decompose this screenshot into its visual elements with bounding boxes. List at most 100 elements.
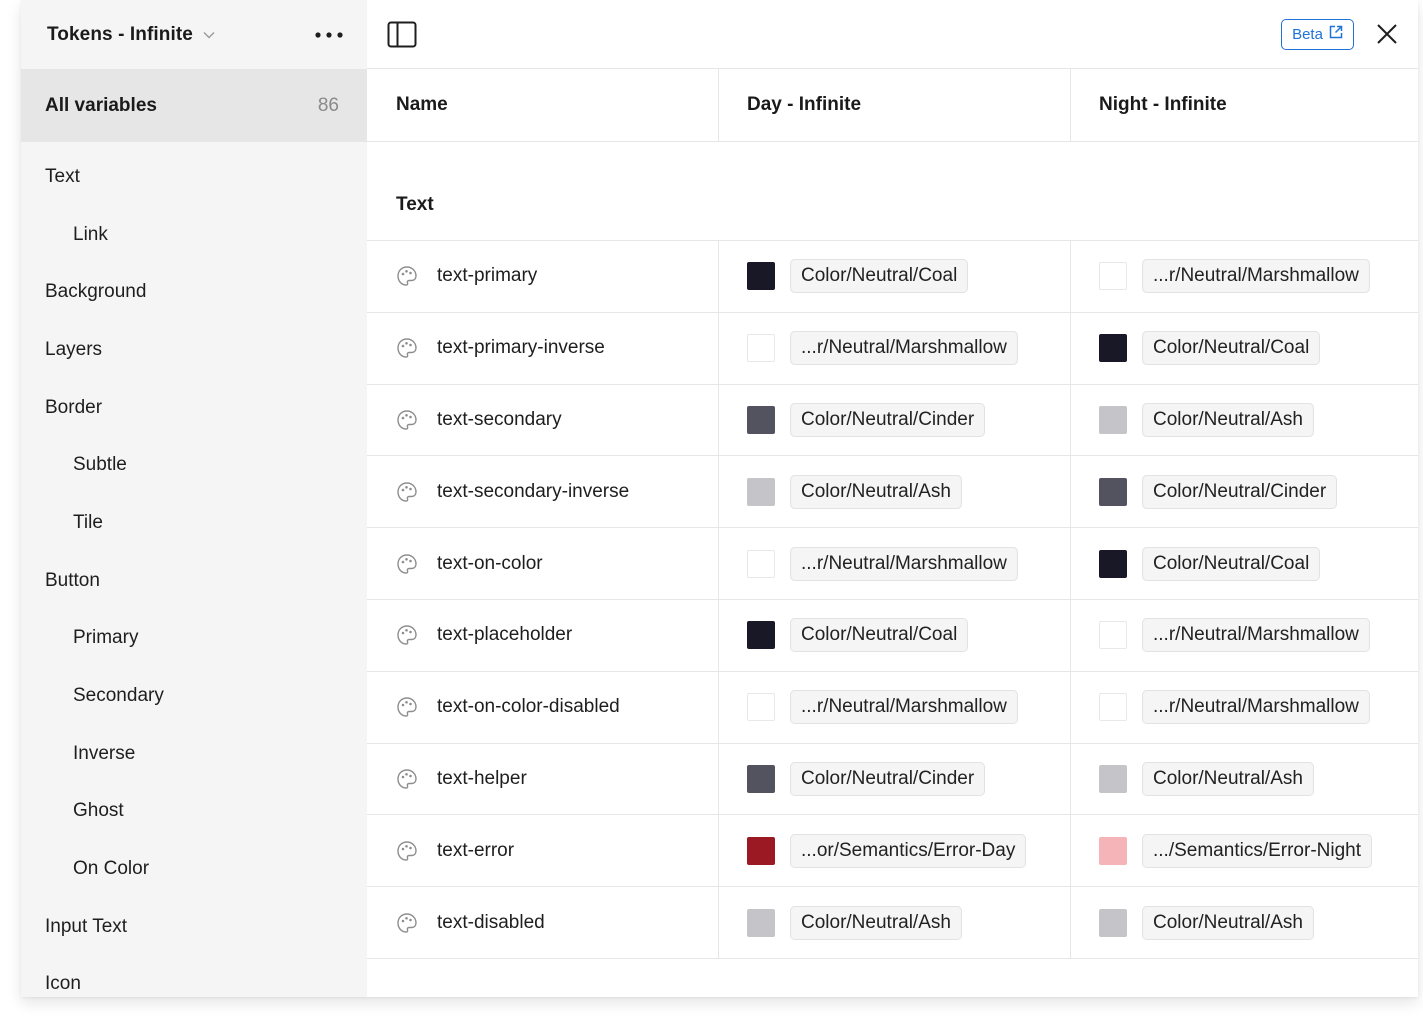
alias-chip[interactable]: ...r/Neutral/Marshmallow — [790, 690, 1018, 725]
sidebar-item-button[interactable]: Button — [21, 552, 367, 610]
chevron-down-icon[interactable] — [203, 31, 215, 39]
sidebar-item-secondary[interactable]: Secondary — [21, 667, 367, 725]
color-swatch[interactable] — [1099, 405, 1127, 434]
night-value-cell[interactable]: Color/Neutral/Ash — [1071, 887, 1418, 958]
color-swatch[interactable] — [1099, 693, 1127, 722]
table-row[interactable]: text-placeholder Color/Neutral/Coal ...r/N… — [367, 599, 1418, 672]
color-swatch[interactable] — [747, 764, 775, 793]
day-value-cell[interactable]: ...r/Neutral/Marshmallow — [719, 312, 1071, 384]
table-row[interactable]: text-helper Color/Neutral/Cinder Color/Neu… — [367, 743, 1418, 816]
variable-name-cell[interactable]: text-secondary — [367, 384, 719, 456]
color-swatch[interactable] — [747, 405, 775, 434]
night-value-cell[interactable]: .../Semantics/Error-Night — [1071, 815, 1418, 886]
alias-chip[interactable]: Color/Neutral/Cinder — [790, 761, 986, 796]
night-value-cell[interactable]: ...r/Neutral/Marshmallow — [1071, 672, 1418, 743]
alias-chip[interactable]: ...r/Neutral/Marshmallow — [790, 331, 1018, 366]
alias-chip[interactable]: Color/Neutral/Coal — [790, 259, 969, 294]
sidebar-item-link[interactable]: Link — [21, 206, 367, 264]
table-row[interactable]: text-primary Color/Neutral/Coal ...r/Neutr… — [367, 241, 1418, 313]
sidebar-item-ghost[interactable]: Ghost — [21, 783, 367, 841]
night-value-cell[interactable]: Color/Neutral/Coal — [1071, 313, 1418, 384]
collection-title[interactable]: Tokens - Infinite — [47, 24, 193, 46]
alias-chip[interactable]: Color/Neutral/Cinder — [790, 402, 986, 437]
color-swatch[interactable] — [1099, 549, 1127, 578]
sidebar-item-input-text[interactable]: Input Text — [21, 898, 367, 956]
alias-chip[interactable]: Color/Neutral/Cinder — [1142, 474, 1338, 509]
table-row[interactable]: text-on-color-disabled ...r/Neutral/Marsh… — [367, 671, 1418, 744]
alias-chip[interactable]: Color/Neutral/Ash — [790, 905, 962, 940]
color-swatch[interactable] — [747, 334, 775, 363]
sidebar-item-subtle[interactable]: Subtle — [21, 436, 367, 494]
variable-name-cell[interactable]: text-primary — [367, 241, 719, 312]
variable-name-cell[interactable]: text-secondary-inverse — [367, 456, 719, 528]
color-swatch[interactable] — [747, 262, 775, 291]
sidebar-item-text[interactable]: Text — [21, 148, 367, 206]
alias-chip[interactable]: .../Semantics/Error-Night — [1142, 833, 1372, 868]
variable-name-cell[interactable]: text-helper — [367, 743, 719, 815]
sidebar-item-inverse[interactable]: Inverse — [21, 725, 367, 783]
table-row[interactable]: text-error ...or/Semantics/Error-Day .../S… — [367, 815, 1418, 888]
color-swatch[interactable] — [1099, 908, 1127, 937]
sidebar-item-background[interactable]: Background — [21, 263, 367, 321]
night-value-cell[interactable]: Color/Neutral/Coal — [1071, 528, 1418, 599]
alias-chip[interactable]: Color/Neutral/Ash — [1142, 905, 1314, 940]
color-swatch[interactable] — [747, 836, 775, 865]
day-value-cell[interactable]: Color/Neutral/Ash — [719, 456, 1071, 528]
night-value-cell[interactable]: ...r/Neutral/Marshmallow — [1071, 600, 1418, 671]
alias-chip[interactable]: ...r/Neutral/Marshmallow — [790, 546, 1018, 581]
table-row[interactable]: text-secondary-inverse Color/Neutral/Ash C… — [367, 456, 1418, 529]
night-value-cell[interactable]: Color/Neutral/Cinder — [1071, 456, 1418, 527]
sidebar-item-all-variables[interactable]: All variables 86 — [21, 69, 367, 142]
table-row[interactable]: text-secondary Color/Neutral/Cinder Color/… — [367, 384, 1418, 457]
night-value-cell[interactable]: Color/Neutral/Ash — [1071, 385, 1418, 456]
day-value-cell[interactable]: Color/Neutral/Cinder — [719, 743, 1071, 815]
color-swatch[interactable] — [747, 477, 775, 506]
alias-chip[interactable]: Color/Neutral/Ash — [1142, 402, 1314, 437]
variable-name-cell[interactable]: text-on-color-disabled — [367, 671, 719, 743]
night-value-cell[interactable]: Color/Neutral/Ash — [1071, 744, 1418, 815]
color-swatch[interactable] — [747, 693, 775, 722]
color-swatch[interactable] — [1099, 836, 1127, 865]
table-row[interactable]: text-disabled Color/Neutral/Ash Color/Neut… — [367, 887, 1418, 959]
variable-name-cell[interactable]: text-primary-inverse — [367, 312, 719, 384]
day-value-cell[interactable]: Color/Neutral/Coal — [719, 241, 1071, 312]
column-header-day[interactable]: Day - Infinite — [719, 69, 1071, 141]
color-swatch[interactable] — [1099, 477, 1127, 506]
column-header-night[interactable]: Night - Infinite — [1071, 69, 1418, 141]
color-swatch[interactable] — [1099, 764, 1127, 793]
color-swatch[interactable] — [1099, 621, 1127, 650]
table-row[interactable]: text-on-color ...r/Neutral/Marshmallow Col… — [367, 528, 1418, 600]
color-swatch[interactable] — [747, 549, 775, 578]
close-icon[interactable] — [1376, 23, 1398, 45]
alias-chip[interactable]: Color/Neutral/Ash — [790, 474, 962, 509]
alias-chip[interactable]: Color/Neutral/Coal — [790, 618, 969, 653]
column-header-name[interactable]: Name — [367, 69, 719, 141]
alias-chip[interactable]: ...r/Neutral/Marshmallow — [1142, 618, 1370, 653]
day-value-cell[interactable]: ...r/Neutral/Marshmallow — [719, 528, 1071, 599]
table-row[interactable]: text-primary-inverse ...r/Neutral/Marshma… — [367, 312, 1418, 385]
variable-name-cell[interactable]: text-on-color — [367, 528, 719, 599]
color-swatch[interactable] — [1099, 334, 1127, 363]
alias-chip[interactable]: ...r/Neutral/Marshmallow — [1142, 690, 1370, 725]
alias-chip[interactable]: ...r/Neutral/Marshmallow — [1142, 259, 1370, 294]
sidebar-item-tile[interactable]: Tile — [21, 494, 367, 552]
alias-chip[interactable]: Color/Neutral/Coal — [1142, 546, 1321, 581]
sidebar-item-on-color[interactable]: On Color — [21, 840, 367, 898]
more-horizontal-icon[interactable] — [311, 23, 347, 47]
alias-chip[interactable]: Color/Neutral/Coal — [1142, 331, 1321, 366]
sidebar-item-border[interactable]: Border — [21, 379, 367, 437]
night-value-cell[interactable]: ...r/Neutral/Marshmallow — [1071, 241, 1418, 312]
day-value-cell[interactable]: ...r/Neutral/Marshmallow — [719, 671, 1071, 743]
alias-chip[interactable]: Color/Neutral/Ash — [1142, 761, 1314, 796]
day-value-cell[interactable]: Color/Neutral/Ash — [719, 887, 1071, 958]
alias-chip[interactable]: ...or/Semantics/Error-Day — [790, 833, 1027, 868]
beta-button[interactable]: Beta — [1281, 18, 1354, 50]
day-value-cell[interactable]: Color/Neutral/Cinder — [719, 384, 1071, 456]
sidebar-panel-icon[interactable] — [387, 21, 417, 48]
variable-name-cell[interactable]: text-disabled — [367, 887, 719, 958]
color-swatch[interactable] — [747, 908, 775, 937]
day-value-cell[interactable]: ...or/Semantics/Error-Day — [719, 815, 1071, 887]
color-swatch[interactable] — [747, 621, 775, 650]
variable-name-cell[interactable]: text-error — [367, 815, 719, 887]
color-swatch[interactable] — [1099, 262, 1127, 291]
